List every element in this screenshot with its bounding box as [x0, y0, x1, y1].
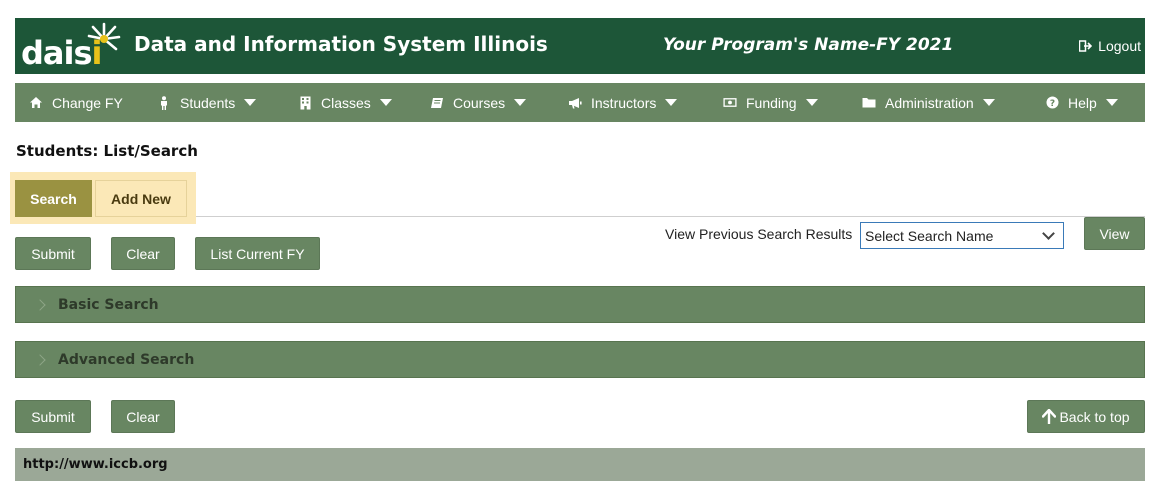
money-icon	[723, 96, 737, 110]
folder-icon	[862, 96, 876, 110]
caret-down-icon	[805, 99, 818, 106]
panel-label: Basic Search	[58, 296, 159, 313]
nav-label: Funding	[746, 94, 797, 111]
nav-label: Classes	[321, 94, 371, 111]
nav-courses[interactable]: Courses	[430, 83, 527, 122]
caret-down-icon	[665, 99, 678, 106]
nav-funding[interactable]: Funding	[723, 83, 818, 122]
book-icon	[430, 96, 444, 110]
logout-label: Logout	[1098, 38, 1141, 54]
caret-down-icon	[379, 99, 392, 106]
sunburst-icon	[87, 22, 121, 51]
main-nav: Change FY Students Classes Courses Instr…	[15, 83, 1145, 122]
select-value: Select Search Name	[865, 227, 994, 244]
nav-change-fy[interactable]: Change FY	[29, 83, 123, 122]
home-icon	[29, 96, 43, 110]
tab-divider	[196, 216, 1145, 217]
nav-label: Help	[1068, 94, 1097, 111]
nav-label: Administration	[885, 94, 974, 111]
nav-administration[interactable]: Administration	[862, 83, 995, 122]
daisi-logo[interactable]: daisi	[21, 22, 121, 72]
previous-search-label: View Previous Search Results	[665, 226, 853, 242]
list-current-fy-button[interactable]: List Current FY	[195, 237, 320, 270]
svg-text:?: ?	[1049, 99, 1054, 109]
advanced-search-panel[interactable]: Advanced Search	[15, 341, 1145, 378]
footer: http://www.iccb.org	[15, 448, 1145, 481]
caret-down-icon	[982, 99, 995, 106]
panel-label: Advanced Search	[58, 351, 195, 368]
caret-down-icon	[244, 99, 257, 106]
nav-label: Change FY	[52, 94, 123, 111]
program-name: Your Program's Name-FY 2021	[663, 35, 954, 55]
arrow-up-icon	[1042, 409, 1057, 424]
student-icon	[157, 95, 171, 110]
logout-link[interactable]: Logout	[1079, 38, 1141, 54]
back-to-top-button[interactable]: Back to top	[1027, 400, 1145, 433]
clear-button-bottom[interactable]: Clear	[111, 400, 175, 433]
nav-students[interactable]: Students	[157, 83, 257, 122]
page-title: Students: List/Search	[16, 142, 198, 160]
submit-button[interactable]: Submit	[15, 237, 91, 270]
basic-search-panel[interactable]: Basic Search	[15, 286, 1145, 323]
building-icon	[298, 96, 312, 110]
footer-link[interactable]: http://www.iccb.org	[23, 457, 168, 472]
caret-down-icon	[514, 99, 527, 106]
sign-out-icon	[1079, 40, 1093, 52]
question-icon: ?	[1045, 96, 1059, 110]
tab-search[interactable]: Search	[15, 180, 92, 217]
tab-bar: Search Add New	[10, 172, 196, 224]
app-title: Data and Information System Illinois	[134, 32, 548, 56]
back-to-top-label: Back to top	[1059, 408, 1130, 425]
clear-button[interactable]: Clear	[111, 237, 175, 270]
nav-label: Instructors	[591, 94, 657, 111]
megaphone-icon	[568, 96, 582, 110]
chevron-right-icon	[34, 298, 46, 311]
nav-instructors[interactable]: Instructors	[568, 83, 678, 122]
submit-button-bottom[interactable]: Submit	[15, 400, 91, 433]
app-header: daisi Data and Information System Illino…	[15, 18, 1145, 74]
nav-label: Courses	[453, 94, 506, 111]
chevron-down-icon	[1042, 227, 1055, 240]
nav-classes[interactable]: Classes	[298, 83, 392, 122]
search-name-select[interactable]: Select Search Name	[860, 222, 1064, 249]
nav-help[interactable]: ? Help	[1045, 83, 1118, 122]
nav-label: Students	[180, 94, 236, 111]
caret-down-icon	[1105, 99, 1118, 106]
view-button[interactable]: View	[1084, 217, 1145, 250]
tab-add-new[interactable]: Add New	[95, 180, 187, 217]
chevron-right-icon	[34, 353, 46, 366]
